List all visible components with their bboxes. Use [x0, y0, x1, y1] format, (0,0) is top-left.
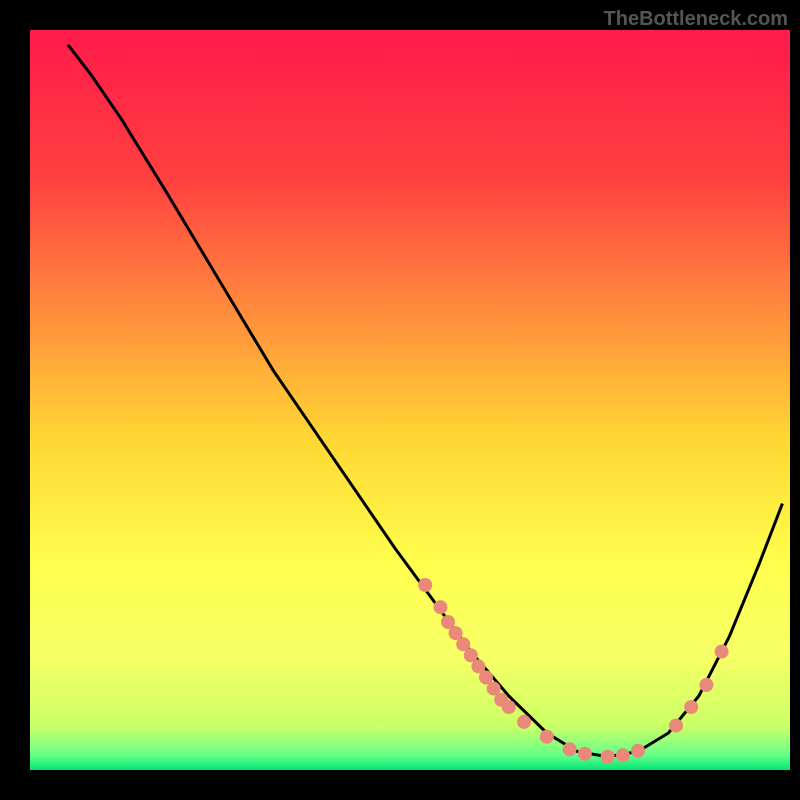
data-marker — [669, 719, 683, 733]
chart-svg — [0, 0, 800, 800]
data-marker — [418, 578, 432, 592]
data-marker — [578, 747, 592, 761]
data-marker — [715, 645, 729, 659]
chart-plot-area — [30, 30, 790, 770]
data-marker — [433, 600, 447, 614]
data-marker — [517, 715, 531, 729]
chart-container: TheBottleneck.com — [0, 0, 800, 800]
data-marker — [563, 742, 577, 756]
data-marker — [631, 744, 645, 758]
data-marker — [540, 730, 554, 744]
data-marker — [616, 748, 630, 762]
data-marker — [699, 678, 713, 692]
watermark-text: TheBottleneck.com — [604, 8, 788, 31]
data-marker — [684, 700, 698, 714]
data-marker — [502, 700, 516, 714]
data-marker — [601, 750, 615, 764]
